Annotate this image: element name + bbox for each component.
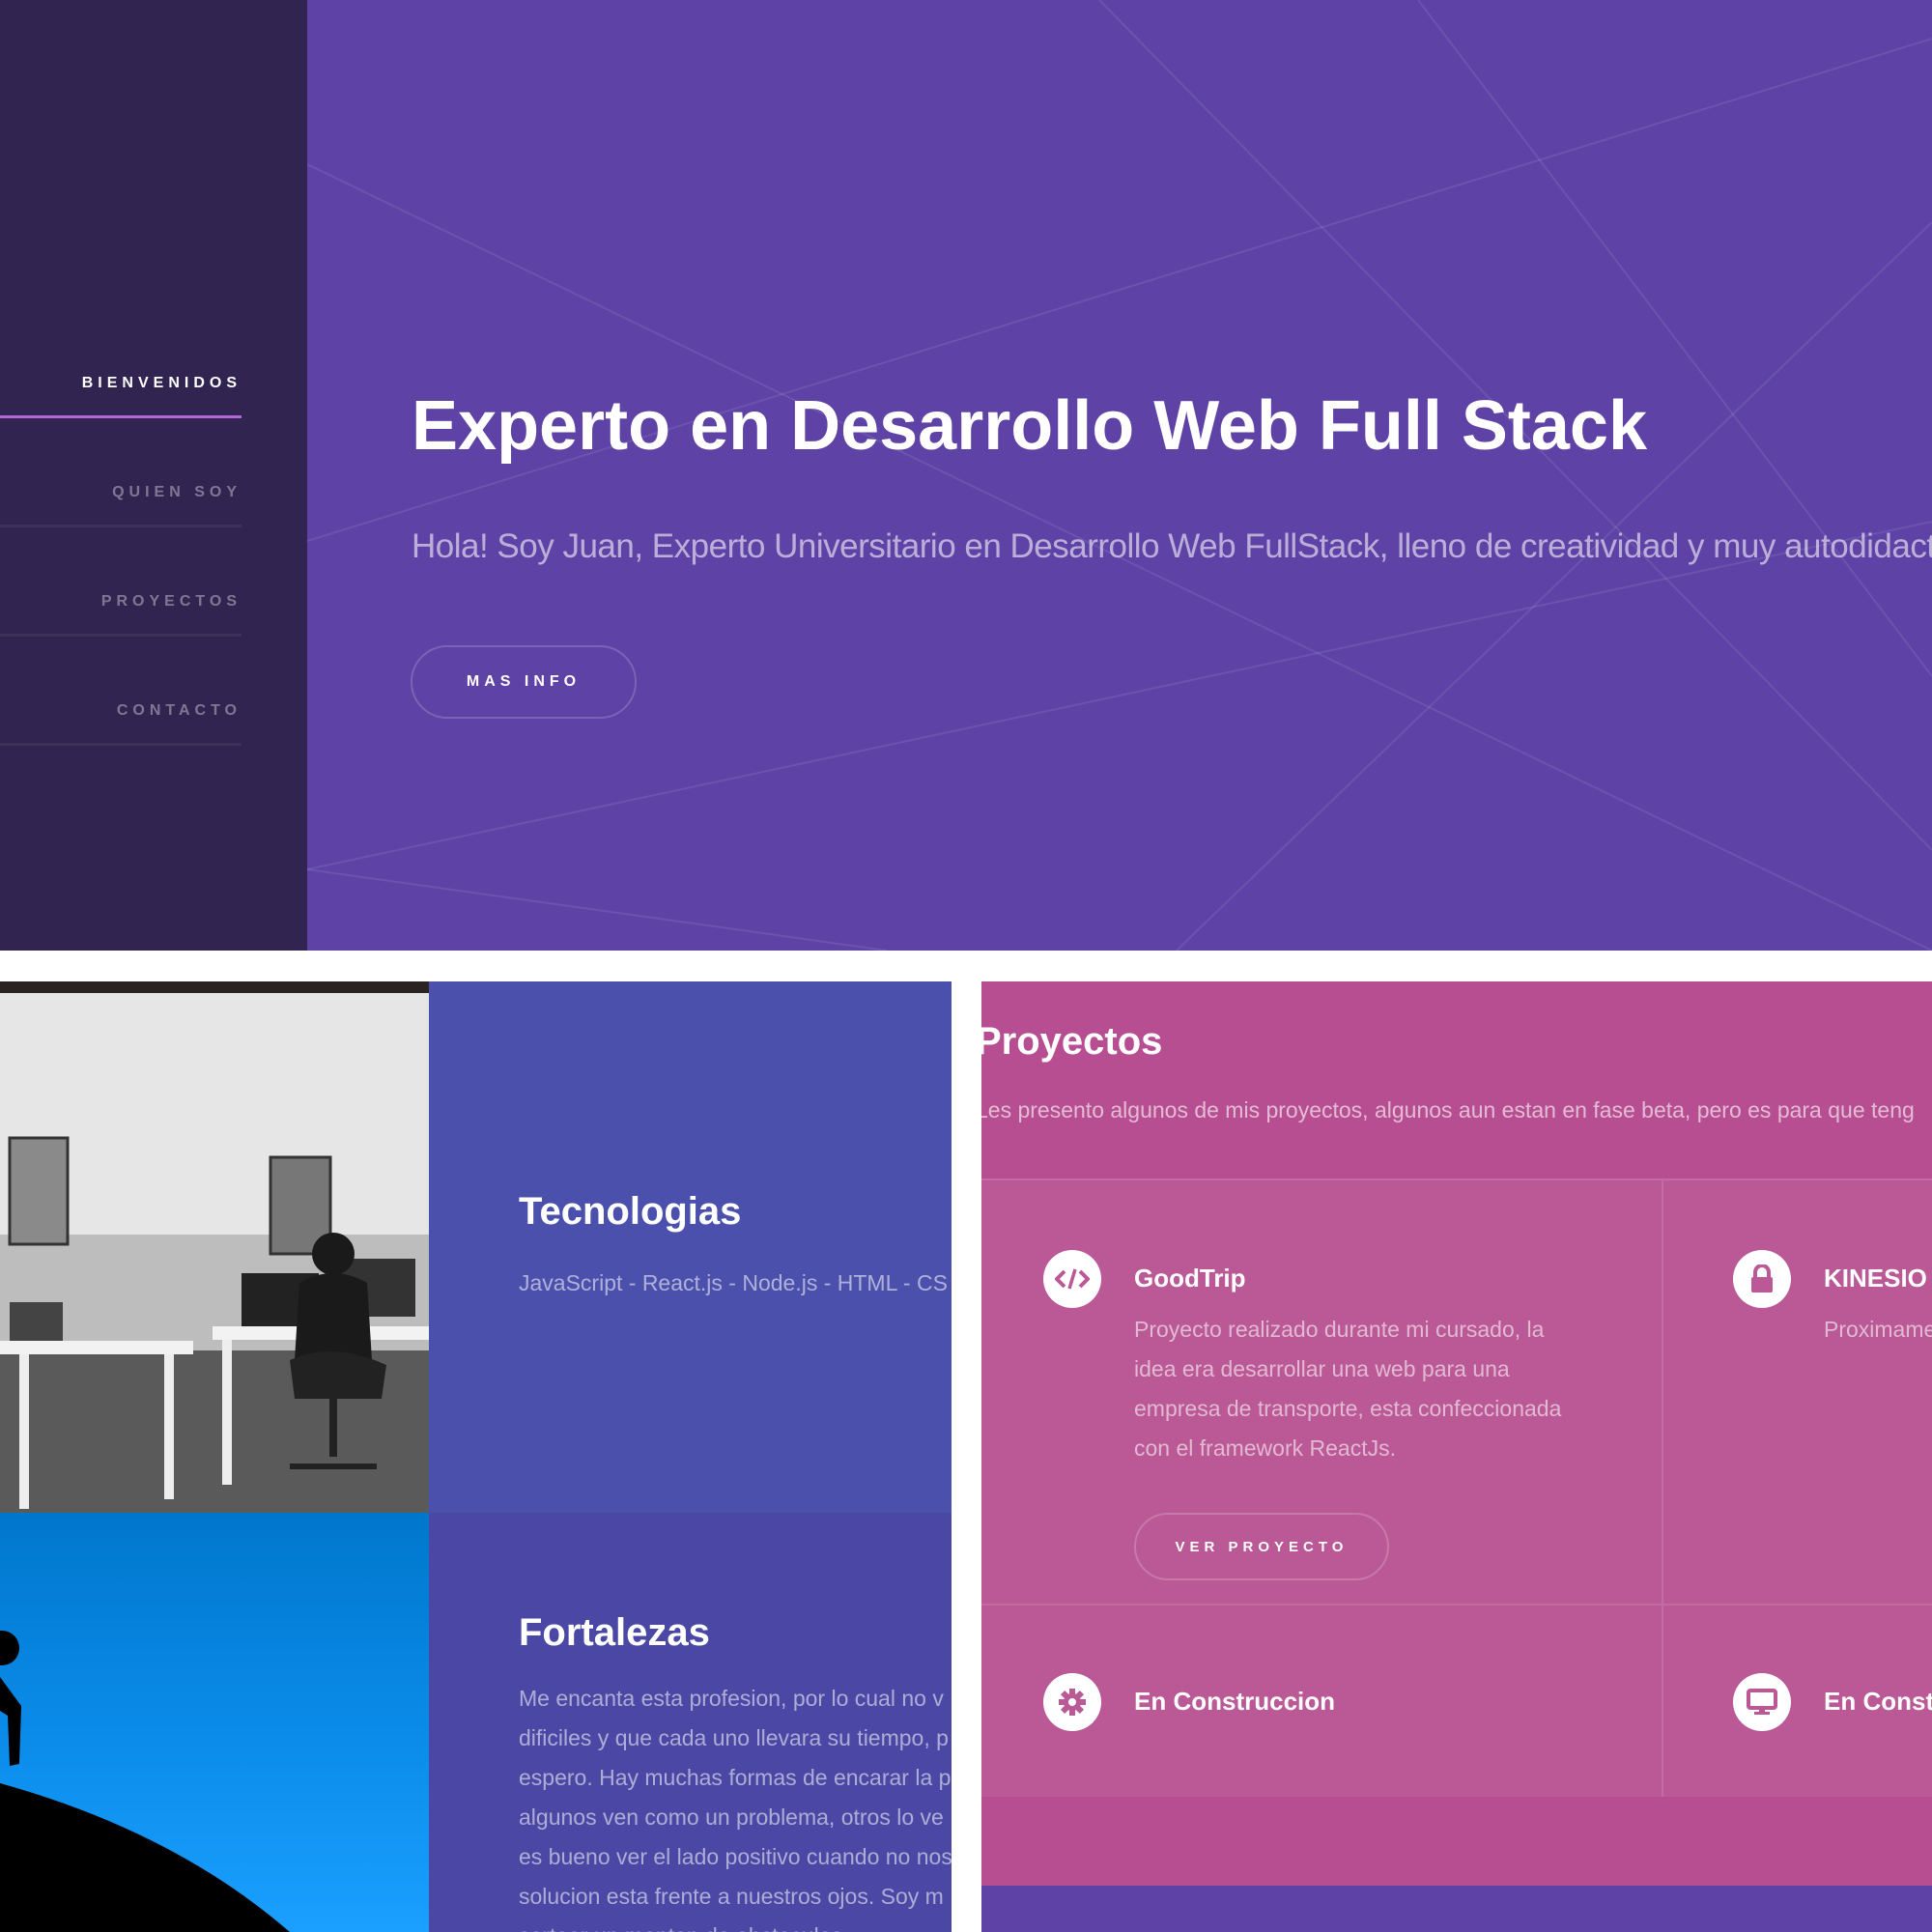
next-section-edge (981, 1886, 1932, 1932)
strengths-section: Fortalezas Me encanta esta profesion, po… (429, 1513, 952, 1932)
projects-screen: Proyectos Les presento algunos de mis pr… (981, 981, 1932, 1932)
technologies-text: JavaScript - React.js - Node.js - HTML -… (519, 1270, 948, 1295)
sidebar-item-proyectos[interactable]: PROYECTOS (0, 526, 242, 637)
hill-illustration (0, 1631, 290, 1932)
strengths-line: espero. Hay muchas formas de encarar la … (519, 1765, 952, 1790)
sidebar-item-bienvenidos[interactable]: BIENVENIDOS (0, 307, 242, 418)
hero-background-lines (307, 0, 1932, 951)
strengths-line: sortear un monton de obstaculos. (519, 1917, 952, 1932)
hero-screen: BIENVENIDOS QUIEN SOY PROYECTOS CONTACTO… (0, 0, 1932, 951)
hero-section: Experto en Desarrollo Web Full Stack Hol… (307, 0, 1932, 951)
hill-photo (0, 1513, 429, 1932)
project-description-line: Proyecto realizado durante mi cursado, l… (1134, 1317, 1545, 1342)
sidebar-item-label: CONTACTO (116, 702, 242, 719)
projects-title: Proyectos (981, 1020, 1163, 1063)
strengths-line: Me encanta esta profesion, por lo cual n… (519, 1686, 944, 1711)
project-description-line: con el framework ReactJs. (1134, 1435, 1396, 1461)
strengths-text: Me encanta esta profesion, por lo cual n… (519, 1679, 952, 1932)
photo-top-strip (0, 981, 429, 993)
project-card-construction-2: En Const (1662, 1604, 1932, 1797)
technologies-title: Tecnologias (519, 1190, 742, 1233)
sidebar-item-quien-soy[interactable]: QUIEN SOY (0, 416, 242, 527)
mas-info-button[interactable]: MAS INFO (411, 645, 637, 719)
project-title: KINESIO (1824, 1264, 1927, 1293)
sidebar-nav: BIENVENIDOS QUIEN SOY PROYECTOS CONTACTO (0, 0, 307, 951)
projects-grid: GoodTrip Proyecto realizado durante mi c… (981, 1179, 1932, 1797)
project-description: Proyecto realizado durante mi cursado, l… (1134, 1310, 1561, 1468)
technologies-section: Tecnologias JavaScript - React.js - Node… (429, 981, 952, 1513)
project-title: GoodTrip (1134, 1264, 1246, 1293)
sidebar-item-label: QUIEN SOY (112, 484, 242, 500)
project-card-goodtrip: GoodTrip Proyecto realizado durante mi c… (981, 1179, 1662, 1604)
code-icon (1043, 1250, 1101, 1308)
project-description-line: empresa de transporte, esta confeccionad… (1134, 1396, 1562, 1421)
sidebar-item-contacto[interactable]: CONTACTO (0, 635, 242, 746)
projects-intro: Les presento algunos de mis proyectos, a… (981, 1097, 1915, 1122)
sidebar-item-label: BIENVENIDOS (81, 375, 242, 391)
project-description-line: Proximame (1824, 1317, 1932, 1342)
strengths-title: Fortalezas (519, 1611, 710, 1654)
gear-icon (1043, 1673, 1101, 1731)
lock-icon (1733, 1250, 1791, 1308)
office-illustration (0, 993, 429, 1513)
sidebar-item-label: PROYECTOS (100, 593, 242, 610)
project-card-kinesio: KINESIO Proximame (1662, 1179, 1932, 1604)
strengths-line: es bueno ver el lado positivo cuando no … (519, 1844, 952, 1869)
hero-title: Experto en Desarrollo Web Full Stack (412, 387, 1648, 465)
project-title: En Construccion (1134, 1687, 1336, 1716)
hero-description: Hola! Soy Juan, Experto Universitario en… (412, 527, 1932, 565)
about-screen: Tecnologias JavaScript - React.js - Node… (0, 981, 952, 1932)
strengths-line: algunos ven como un problema, otros lo v… (519, 1804, 944, 1830)
project-card-construction: En Construccion (981, 1604, 1662, 1797)
office-photo (0, 993, 429, 1513)
ver-proyecto-button[interactable]: VER PROYECTO (1134, 1513, 1389, 1580)
monitor-icon (1733, 1673, 1791, 1731)
strengths-line: solucion esta frente a nuestros ojos. So… (519, 1884, 944, 1909)
project-title: En Const (1824, 1687, 1932, 1716)
project-description-line: idea era desarrollar una web para una (1134, 1356, 1510, 1381)
strengths-line: dificiles y que cada uno llevara su tiem… (519, 1725, 949, 1750)
